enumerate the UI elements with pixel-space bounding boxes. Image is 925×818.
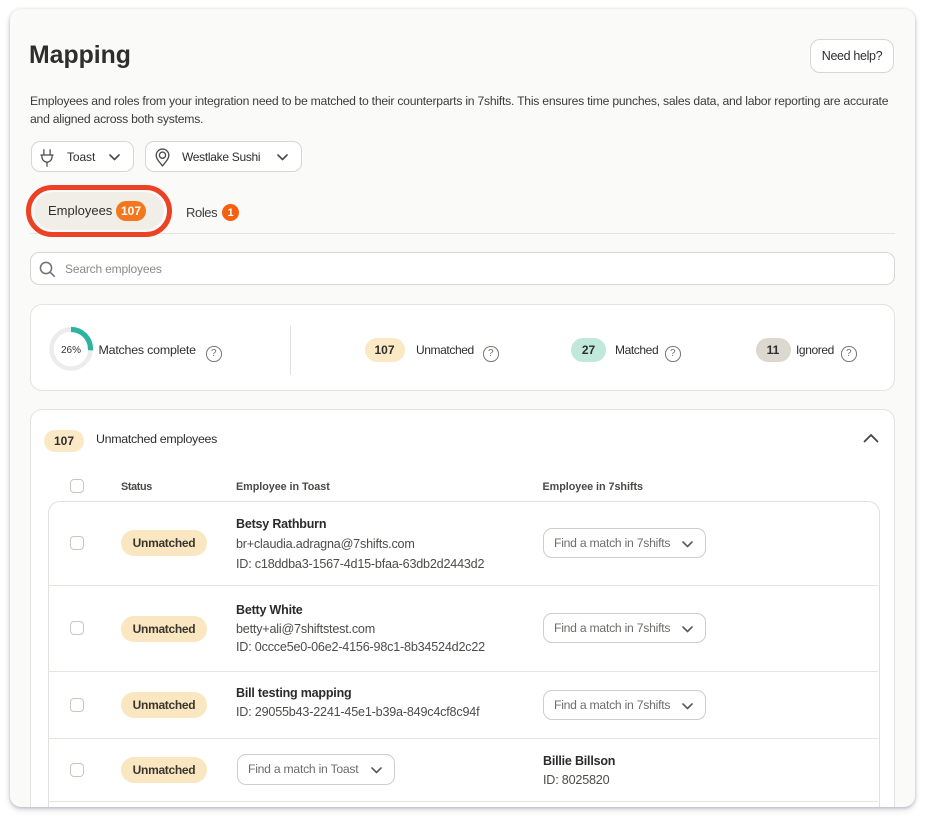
svg-text:26%: 26% — [61, 345, 81, 356]
